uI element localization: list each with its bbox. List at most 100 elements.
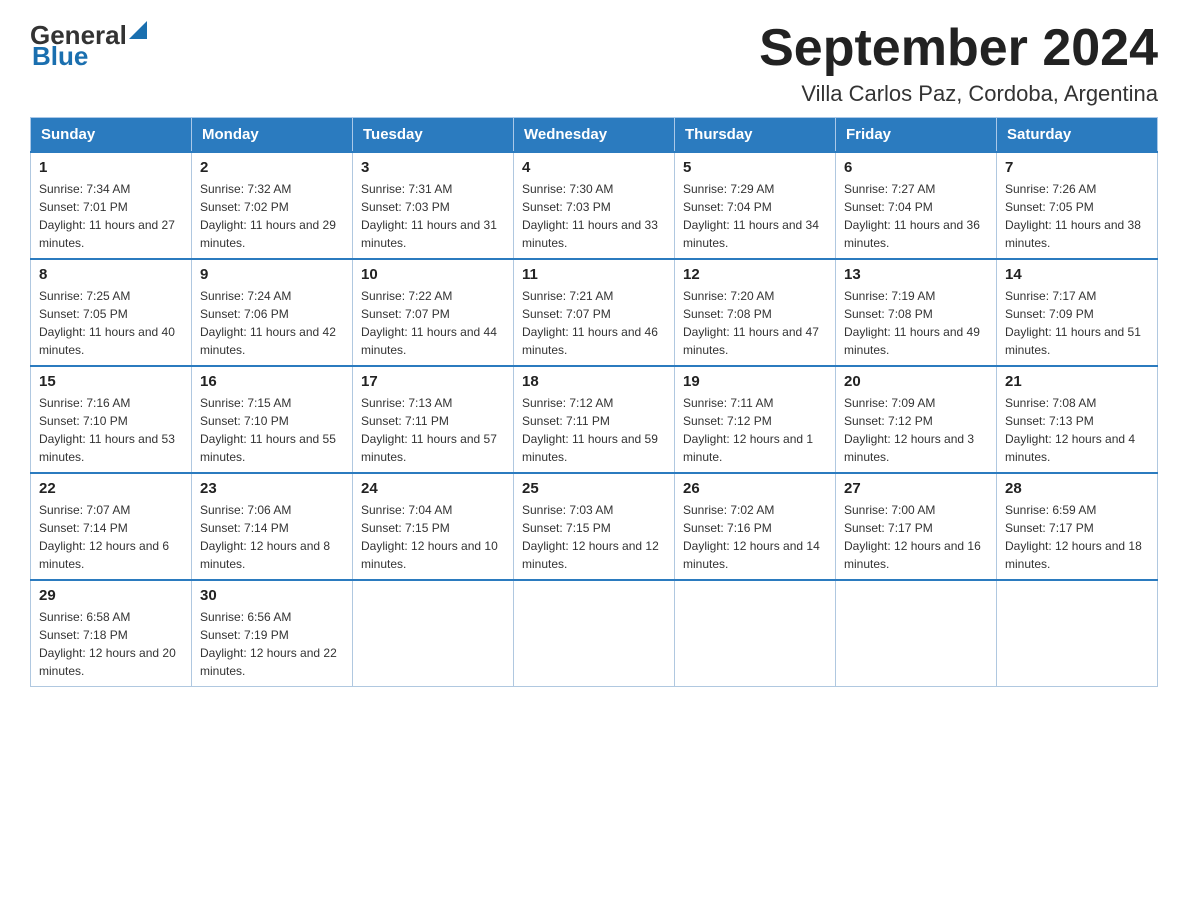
calendar-cell: 8 Sunrise: 7:25 AMSunset: 7:05 PMDayligh… [31,259,192,366]
day-number: 23 [200,480,344,497]
col-header-monday: Monday [192,118,353,153]
day-info: Sunrise: 7:29 AMSunset: 7:04 PMDaylight:… [683,182,819,250]
day-info: Sunrise: 7:02 AMSunset: 7:16 PMDaylight:… [683,503,820,571]
day-number: 28 [1005,480,1149,497]
calendar-week-row: 1 Sunrise: 7:34 AMSunset: 7:01 PMDayligh… [31,152,1158,259]
day-info: Sunrise: 7:31 AMSunset: 7:03 PMDaylight:… [361,182,497,250]
calendar-cell: 12 Sunrise: 7:20 AMSunset: 7:08 PMDaylig… [675,259,836,366]
calendar-cell: 23 Sunrise: 7:06 AMSunset: 7:14 PMDaylig… [192,473,353,580]
calendar-table: SundayMondayTuesdayWednesdayThursdayFrid… [30,117,1158,687]
calendar-cell: 29 Sunrise: 6:58 AMSunset: 7:18 PMDaylig… [31,580,192,687]
calendar-cell: 6 Sunrise: 7:27 AMSunset: 7:04 PMDayligh… [836,152,997,259]
calendar-cell: 11 Sunrise: 7:21 AMSunset: 7:07 PMDaylig… [514,259,675,366]
calendar-cell: 7 Sunrise: 7:26 AMSunset: 7:05 PMDayligh… [997,152,1158,259]
day-info: Sunrise: 7:06 AMSunset: 7:14 PMDaylight:… [200,503,330,571]
day-info: Sunrise: 7:16 AMSunset: 7:10 PMDaylight:… [39,396,175,464]
day-info: Sunrise: 7:22 AMSunset: 7:07 PMDaylight:… [361,289,497,357]
day-info: Sunrise: 7:25 AMSunset: 7:05 PMDaylight:… [39,289,175,357]
col-header-saturday: Saturday [997,118,1158,153]
day-number: 16 [200,373,344,390]
day-number: 5 [683,159,827,176]
col-header-thursday: Thursday [675,118,836,153]
calendar-cell: 28 Sunrise: 6:59 AMSunset: 7:17 PMDaylig… [997,473,1158,580]
day-info: Sunrise: 6:59 AMSunset: 7:17 PMDaylight:… [1005,503,1142,571]
day-number: 15 [39,373,183,390]
day-number: 24 [361,480,505,497]
day-info: Sunrise: 7:19 AMSunset: 7:08 PMDaylight:… [844,289,980,357]
day-number: 14 [1005,266,1149,283]
logo-triangle-icon [129,21,147,39]
calendar-cell: 14 Sunrise: 7:17 AMSunset: 7:09 PMDaylig… [997,259,1158,366]
calendar-cell: 26 Sunrise: 7:02 AMSunset: 7:16 PMDaylig… [675,473,836,580]
day-info: Sunrise: 7:17 AMSunset: 7:09 PMDaylight:… [1005,289,1141,357]
day-number: 18 [522,373,666,390]
calendar-header-row: SundayMondayTuesdayWednesdayThursdayFrid… [31,118,1158,153]
day-info: Sunrise: 7:11 AMSunset: 7:12 PMDaylight:… [683,396,813,464]
calendar-cell [675,580,836,687]
day-info: Sunrise: 7:04 AMSunset: 7:15 PMDaylight:… [361,503,498,571]
day-number: 10 [361,266,505,283]
col-header-tuesday: Tuesday [353,118,514,153]
day-number: 19 [683,373,827,390]
day-number: 22 [39,480,183,497]
day-number: 30 [200,587,344,604]
day-number: 6 [844,159,988,176]
calendar-cell: 9 Sunrise: 7:24 AMSunset: 7:06 PMDayligh… [192,259,353,366]
month-title: September 2024 [759,20,1158,77]
col-header-wednesday: Wednesday [514,118,675,153]
calendar-cell: 27 Sunrise: 7:00 AMSunset: 7:17 PMDaylig… [836,473,997,580]
calendar-cell [836,580,997,687]
day-number: 1 [39,159,183,176]
calendar-cell: 17 Sunrise: 7:13 AMSunset: 7:11 PMDaylig… [353,366,514,473]
calendar-cell: 22 Sunrise: 7:07 AMSunset: 7:14 PMDaylig… [31,473,192,580]
title-area: September 2024 Villa Carlos Paz, Cordoba… [759,20,1158,107]
calendar-cell [997,580,1158,687]
day-info: Sunrise: 7:34 AMSunset: 7:01 PMDaylight:… [39,182,175,250]
day-number: 2 [200,159,344,176]
calendar-cell [353,580,514,687]
calendar-week-row: 15 Sunrise: 7:16 AMSunset: 7:10 PMDaylig… [31,366,1158,473]
calendar-cell: 25 Sunrise: 7:03 AMSunset: 7:15 PMDaylig… [514,473,675,580]
day-info: Sunrise: 7:20 AMSunset: 7:08 PMDaylight:… [683,289,819,357]
logo-blue-text: Blue [32,41,88,71]
calendar-cell: 10 Sunrise: 7:22 AMSunset: 7:07 PMDaylig… [353,259,514,366]
calendar-cell: 3 Sunrise: 7:31 AMSunset: 7:03 PMDayligh… [353,152,514,259]
calendar-week-row: 29 Sunrise: 6:58 AMSunset: 7:18 PMDaylig… [31,580,1158,687]
day-info: Sunrise: 7:24 AMSunset: 7:06 PMDaylight:… [200,289,336,357]
day-number: 4 [522,159,666,176]
col-header-sunday: Sunday [31,118,192,153]
day-number: 9 [200,266,344,283]
day-info: Sunrise: 6:56 AMSunset: 7:19 PMDaylight:… [200,610,337,678]
day-info: Sunrise: 7:32 AMSunset: 7:02 PMDaylight:… [200,182,336,250]
calendar-cell: 18 Sunrise: 7:12 AMSunset: 7:11 PMDaylig… [514,366,675,473]
calendar-cell: 13 Sunrise: 7:19 AMSunset: 7:08 PMDaylig… [836,259,997,366]
day-number: 20 [844,373,988,390]
location-subtitle: Villa Carlos Paz, Cordoba, Argentina [759,81,1158,107]
day-number: 29 [39,587,183,604]
day-number: 13 [844,266,988,283]
calendar-cell [514,580,675,687]
calendar-week-row: 22 Sunrise: 7:07 AMSunset: 7:14 PMDaylig… [31,473,1158,580]
day-info: Sunrise: 7:27 AMSunset: 7:04 PMDaylight:… [844,182,980,250]
day-number: 7 [1005,159,1149,176]
day-info: Sunrise: 7:03 AMSunset: 7:15 PMDaylight:… [522,503,659,571]
calendar-cell: 19 Sunrise: 7:11 AMSunset: 7:12 PMDaylig… [675,366,836,473]
calendar-cell: 21 Sunrise: 7:08 AMSunset: 7:13 PMDaylig… [997,366,1158,473]
calendar-cell: 4 Sunrise: 7:30 AMSunset: 7:03 PMDayligh… [514,152,675,259]
day-number: 3 [361,159,505,176]
logo: General Blue [30,20,147,72]
calendar-cell: 30 Sunrise: 6:56 AMSunset: 7:19 PMDaylig… [192,580,353,687]
day-number: 17 [361,373,505,390]
day-info: Sunrise: 7:21 AMSunset: 7:07 PMDaylight:… [522,289,658,357]
day-number: 11 [522,266,666,283]
calendar-cell: 2 Sunrise: 7:32 AMSunset: 7:02 PMDayligh… [192,152,353,259]
day-info: Sunrise: 6:58 AMSunset: 7:18 PMDaylight:… [39,610,176,678]
calendar-cell: 5 Sunrise: 7:29 AMSunset: 7:04 PMDayligh… [675,152,836,259]
day-number: 27 [844,480,988,497]
calendar-week-row: 8 Sunrise: 7:25 AMSunset: 7:05 PMDayligh… [31,259,1158,366]
day-info: Sunrise: 7:09 AMSunset: 7:12 PMDaylight:… [844,396,974,464]
calendar-cell: 1 Sunrise: 7:34 AMSunset: 7:01 PMDayligh… [31,152,192,259]
calendar-cell: 20 Sunrise: 7:09 AMSunset: 7:12 PMDaylig… [836,366,997,473]
day-info: Sunrise: 7:00 AMSunset: 7:17 PMDaylight:… [844,503,981,571]
day-info: Sunrise: 7:07 AMSunset: 7:14 PMDaylight:… [39,503,169,571]
